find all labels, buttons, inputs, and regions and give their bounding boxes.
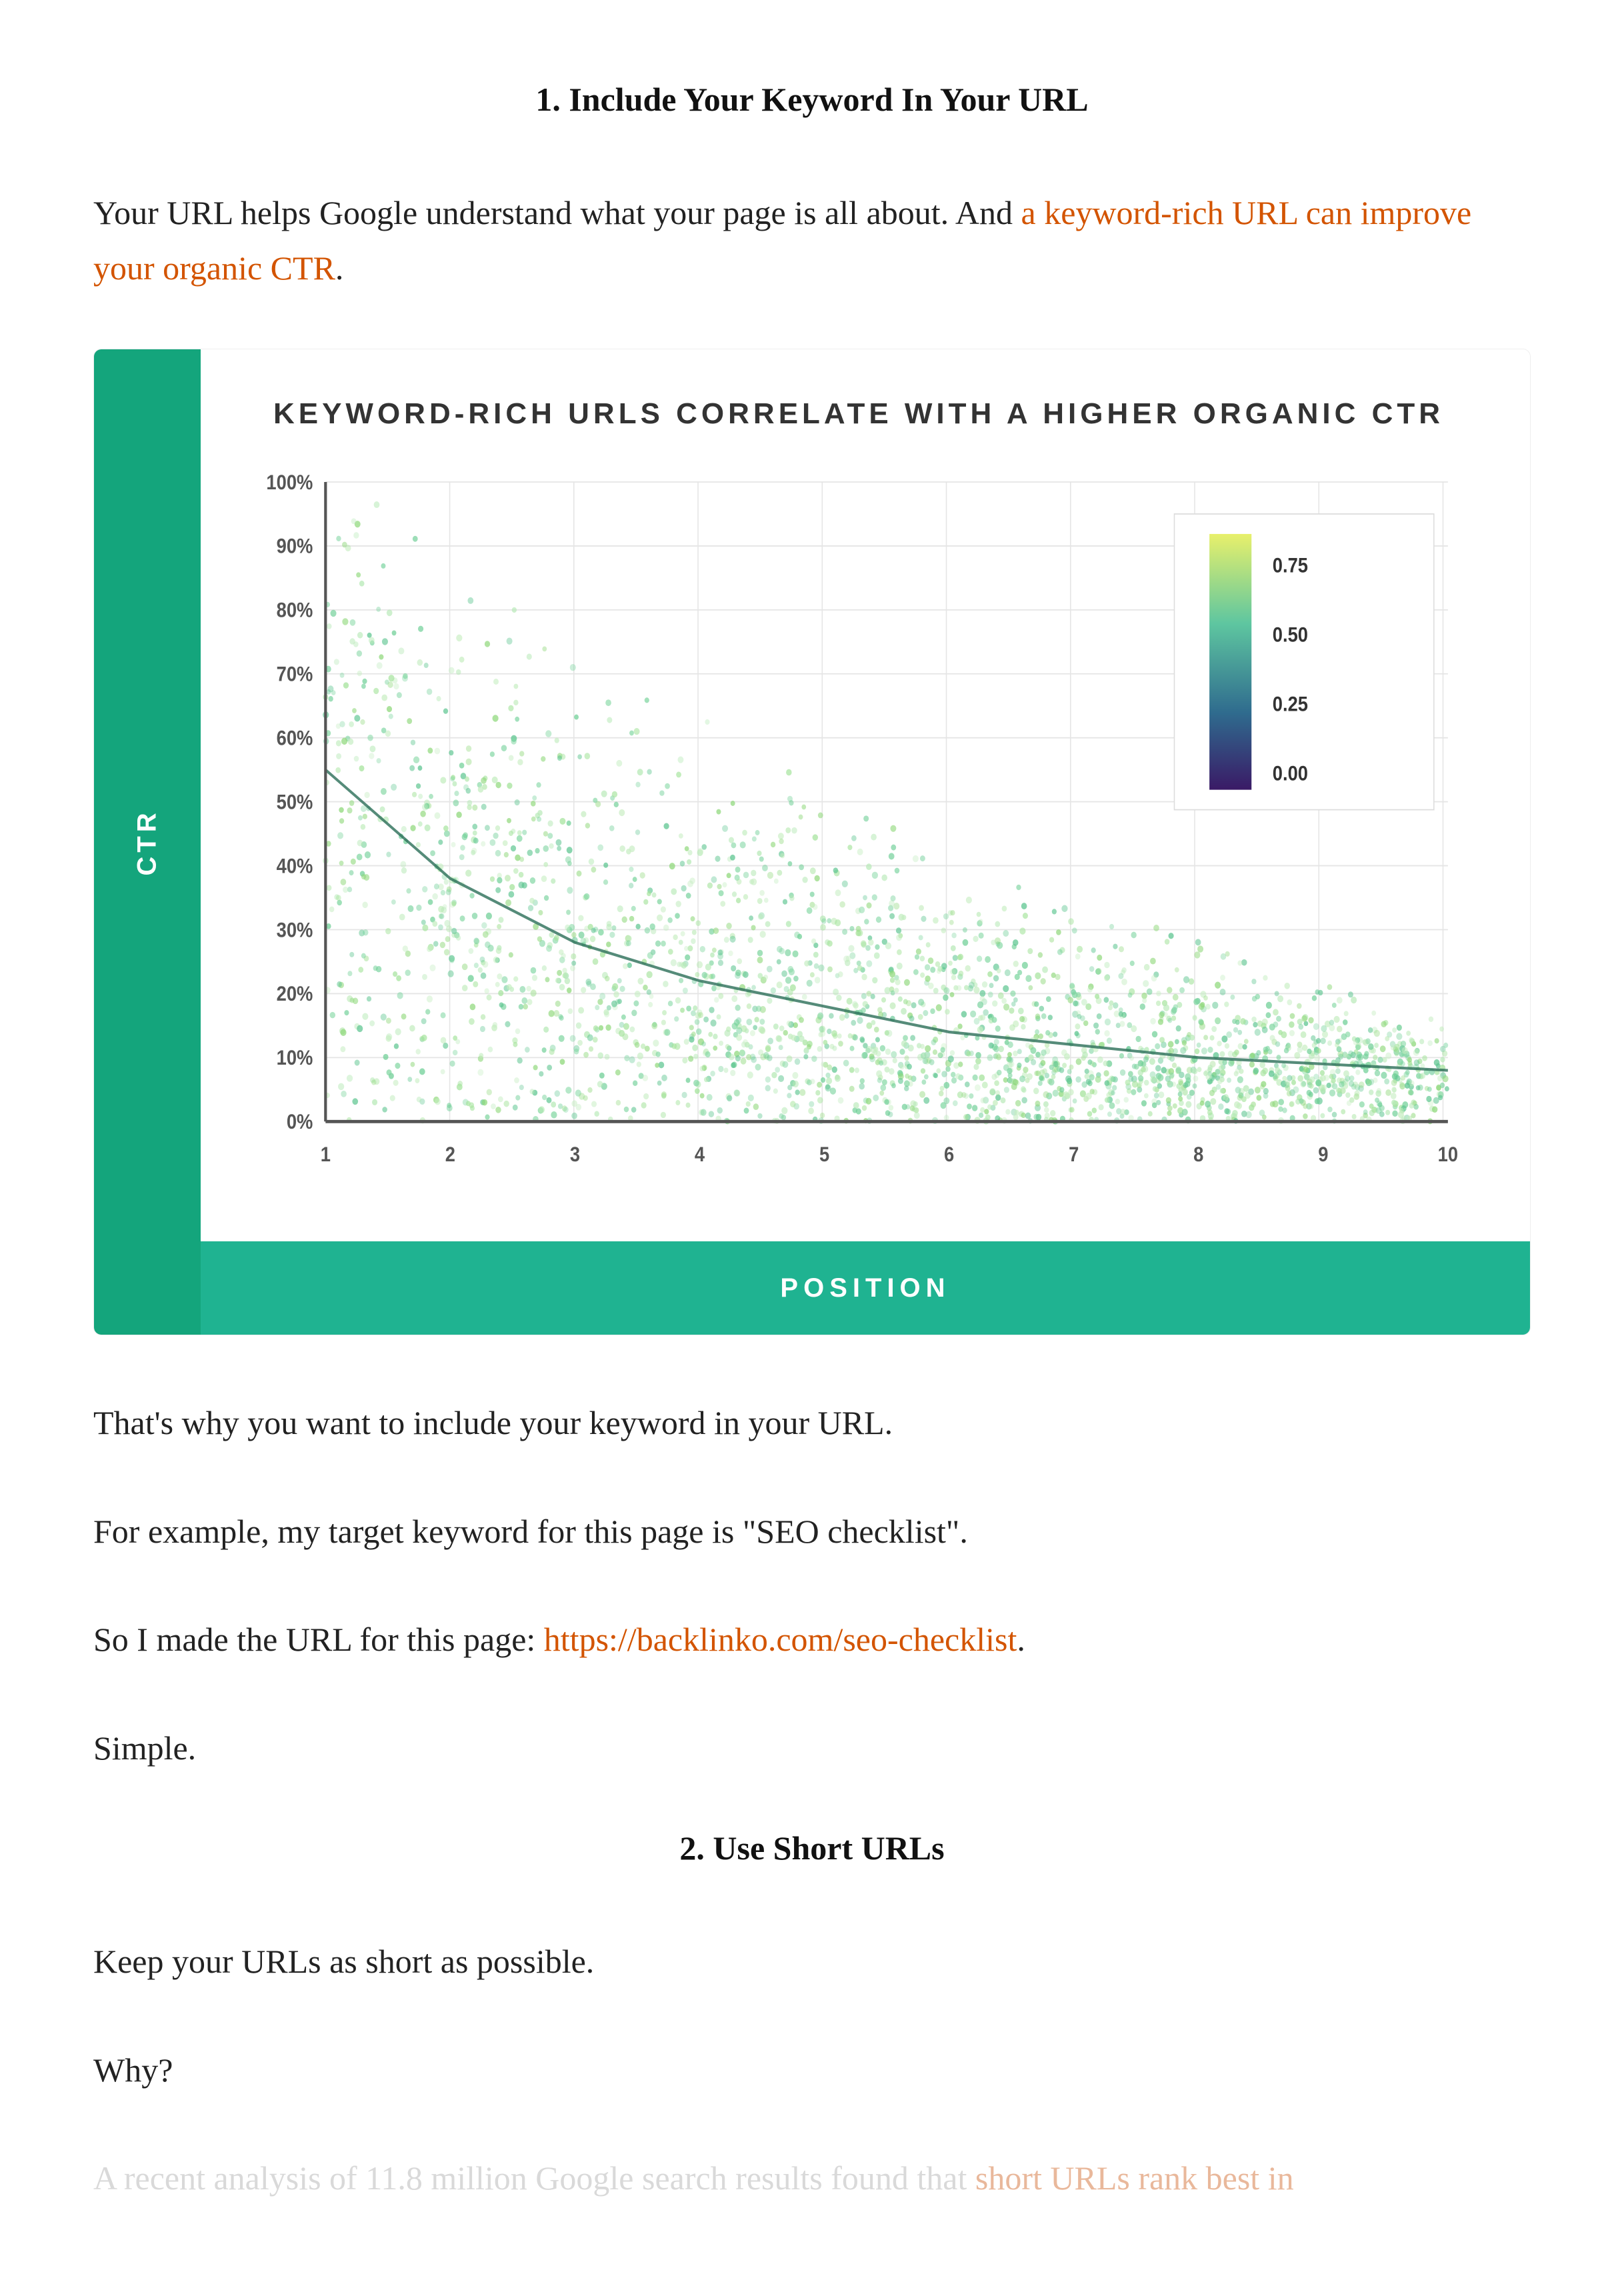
y-tick-label: 0% bbox=[287, 1110, 313, 1133]
legend-tick-label: 0.75 bbox=[1273, 554, 1308, 577]
chart-y-axis-label: CTR bbox=[133, 809, 163, 875]
section-2-heading: 2. Use Short URLs bbox=[93, 1829, 1531, 1867]
section-1-para-5: Simple. bbox=[93, 1721, 1531, 1776]
y-tick-label: 20% bbox=[277, 982, 313, 1005]
chart-title: KEYWORD-RICH URLS CORRELATE WITH A HIGHE… bbox=[227, 389, 1490, 439]
y-tick-label: 90% bbox=[277, 535, 313, 558]
chart-x-axis-label: POSITION bbox=[780, 1273, 950, 1303]
y-tick-label: 80% bbox=[277, 599, 313, 622]
y-tick-label: 40% bbox=[277, 855, 313, 878]
y-tick-label: 30% bbox=[277, 918, 313, 941]
x-tick-label: 3 bbox=[570, 1143, 580, 1166]
chart-plot: 0% 10% 20% 30% 40% 50% 60% 70% 80% 90% 100% 1 2 3 4 5 6… bbox=[227, 466, 1490, 1201]
x-tick-label: 2 bbox=[445, 1143, 455, 1166]
section-1-heading: 1. Include Your Keyword In Your URL bbox=[93, 80, 1531, 119]
x-tick-label: 6 bbox=[944, 1143, 954, 1166]
x-tick-label: 7 bbox=[1069, 1143, 1079, 1166]
section-1-para-2: That's why you want to include your keyw… bbox=[93, 1395, 1531, 1451]
chart-svg: 0% 10% 20% 30% 40% 50% 60% 70% 80% 90% 100% 1 2 3 4 5 6… bbox=[227, 466, 1490, 1201]
chart-legend: 0.75 0.50 0.25 0.00 bbox=[1175, 514, 1434, 810]
x-tick-label: 1 bbox=[321, 1143, 331, 1166]
short-urls-link[interactable]: short URLs rank best in bbox=[975, 2159, 1294, 2197]
y-tick-label: 50% bbox=[277, 791, 313, 814]
legend-tick-label: 0.50 bbox=[1273, 623, 1308, 647]
x-tick-labels: 1 2 3 4 5 6 7 8 9 10 bbox=[321, 1143, 1458, 1166]
section-2-para-1: Keep your URLs as short as possible. bbox=[93, 1934, 1531, 1989]
x-tick-label: 4 bbox=[695, 1143, 705, 1166]
y-tick-label: 60% bbox=[277, 727, 313, 750]
seo-checklist-url-link[interactable]: https://backlinko.com/seo-checklist bbox=[544, 1621, 1017, 1658]
text-span: . bbox=[1017, 1621, 1025, 1658]
x-tick-label: 8 bbox=[1193, 1143, 1203, 1166]
section-1-para-1: Your URL helps Google understand what yo… bbox=[93, 185, 1531, 295]
chart-x-axis-strip: POSITION bbox=[201, 1241, 1530, 1335]
chart-y-axis-strip: CTR bbox=[94, 349, 201, 1335]
chart-plot-wrapper: KEYWORD-RICH URLS CORRELATE WITH A HIGHE… bbox=[201, 349, 1530, 1241]
section-2-para-3-faded: A recent analysis of 11.8 million Google… bbox=[93, 2151, 1531, 2206]
section-1-para-3: For example, my target keyword for this … bbox=[93, 1504, 1531, 1559]
y-tick-label: 10% bbox=[277, 1046, 313, 1069]
y-tick-label: 100% bbox=[266, 471, 313, 494]
y-tick-labels: 0% 10% 20% 30% 40% 50% 60% 70% 80% 90% 100% bbox=[266, 471, 313, 1133]
text-span: A recent analysis of 11.8 million Google… bbox=[93, 2159, 975, 2197]
x-tick-label: 9 bbox=[1318, 1143, 1328, 1166]
text-span: Your URL helps Google understand what yo… bbox=[93, 194, 1021, 231]
text-span: . bbox=[335, 249, 344, 287]
section-2-para-2: Why? bbox=[93, 2043, 1531, 2098]
section-1-para-4: So I made the URL for this page: https:/… bbox=[93, 1612, 1531, 1667]
text-span: So I made the URL for this page: bbox=[93, 1621, 544, 1658]
y-tick-label: 70% bbox=[277, 663, 313, 686]
x-tick-label: 10 bbox=[1438, 1143, 1458, 1166]
legend-tick-label: 0.25 bbox=[1273, 692, 1308, 715]
x-tick-label: 5 bbox=[819, 1143, 829, 1166]
legend-tick-label: 0.00 bbox=[1273, 761, 1308, 785]
chart-card: CTR KEYWORD-RICH URLS CORRELATE WITH A H… bbox=[93, 349, 1531, 1335]
